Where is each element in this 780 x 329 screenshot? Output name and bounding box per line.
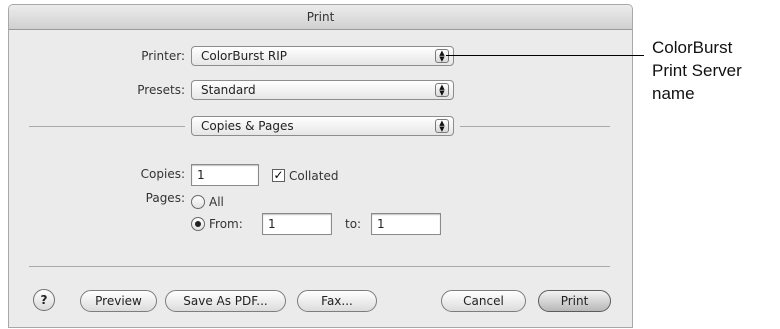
printer-popup-value: ColorBurst RIP	[201, 49, 287, 63]
callout-leader-line	[446, 55, 644, 56]
pages-label: Pages:	[145, 191, 185, 205]
preview-button[interactable]: Preview	[80, 290, 157, 312]
fax-button[interactable]: Fax...	[297, 290, 377, 312]
print-dialog: Print Printer: ColorBurst RIP ▲ ▼ Presets…	[8, 4, 633, 328]
pages-from-radio[interactable]	[191, 217, 205, 231]
up-down-arrows-icon: ▲ ▼	[435, 119, 449, 133]
panel-popup-value: Copies & Pages	[201, 119, 294, 133]
callout-line-1: ColorBurst	[652, 38, 733, 57]
callout-line-2: Print Server	[652, 61, 742, 80]
cancel-button[interactable]: Cancel	[441, 290, 526, 312]
pages-to-field[interactable]: 1	[371, 213, 441, 235]
up-down-arrows-icon: ▲ ▼	[435, 49, 449, 63]
printer-popup[interactable]: ColorBurst RIP ▲ ▼	[191, 46, 454, 66]
printer-label: Printer:	[141, 49, 185, 63]
callout-line-3: name	[652, 84, 695, 103]
pages-all-radio[interactable]	[191, 195, 205, 209]
copies-field[interactable]: 1	[191, 164, 259, 186]
separator-right	[460, 126, 610, 127]
callout-text: ColorBurst Print Server name	[652, 36, 780, 105]
bottom-separator	[29, 266, 610, 267]
save-as-pdf-button[interactable]: Save As PDF...	[165, 290, 286, 312]
presets-popup-value: Standard	[201, 83, 256, 97]
print-button[interactable]: Print	[538, 290, 611, 312]
pages-from-label: From:	[209, 217, 243, 231]
pages-all-label: All	[209, 195, 224, 209]
panel-popup[interactable]: Copies & Pages ▲ ▼	[191, 116, 454, 136]
pages-to-label: to:	[345, 217, 362, 231]
collated-label: Collated	[289, 169, 339, 183]
collated-checkbox[interactable]: ✓	[272, 169, 285, 182]
window-title: Print	[9, 5, 632, 30]
separator-left	[29, 126, 185, 127]
up-down-arrows-icon: ▲ ▼	[435, 83, 449, 97]
help-button[interactable]: ?	[33, 289, 55, 311]
presets-label: Presets:	[137, 83, 185, 97]
presets-popup[interactable]: Standard ▲ ▼	[191, 80, 454, 100]
pages-from-field[interactable]: 1	[262, 213, 332, 235]
copies-label: Copies:	[140, 167, 185, 181]
